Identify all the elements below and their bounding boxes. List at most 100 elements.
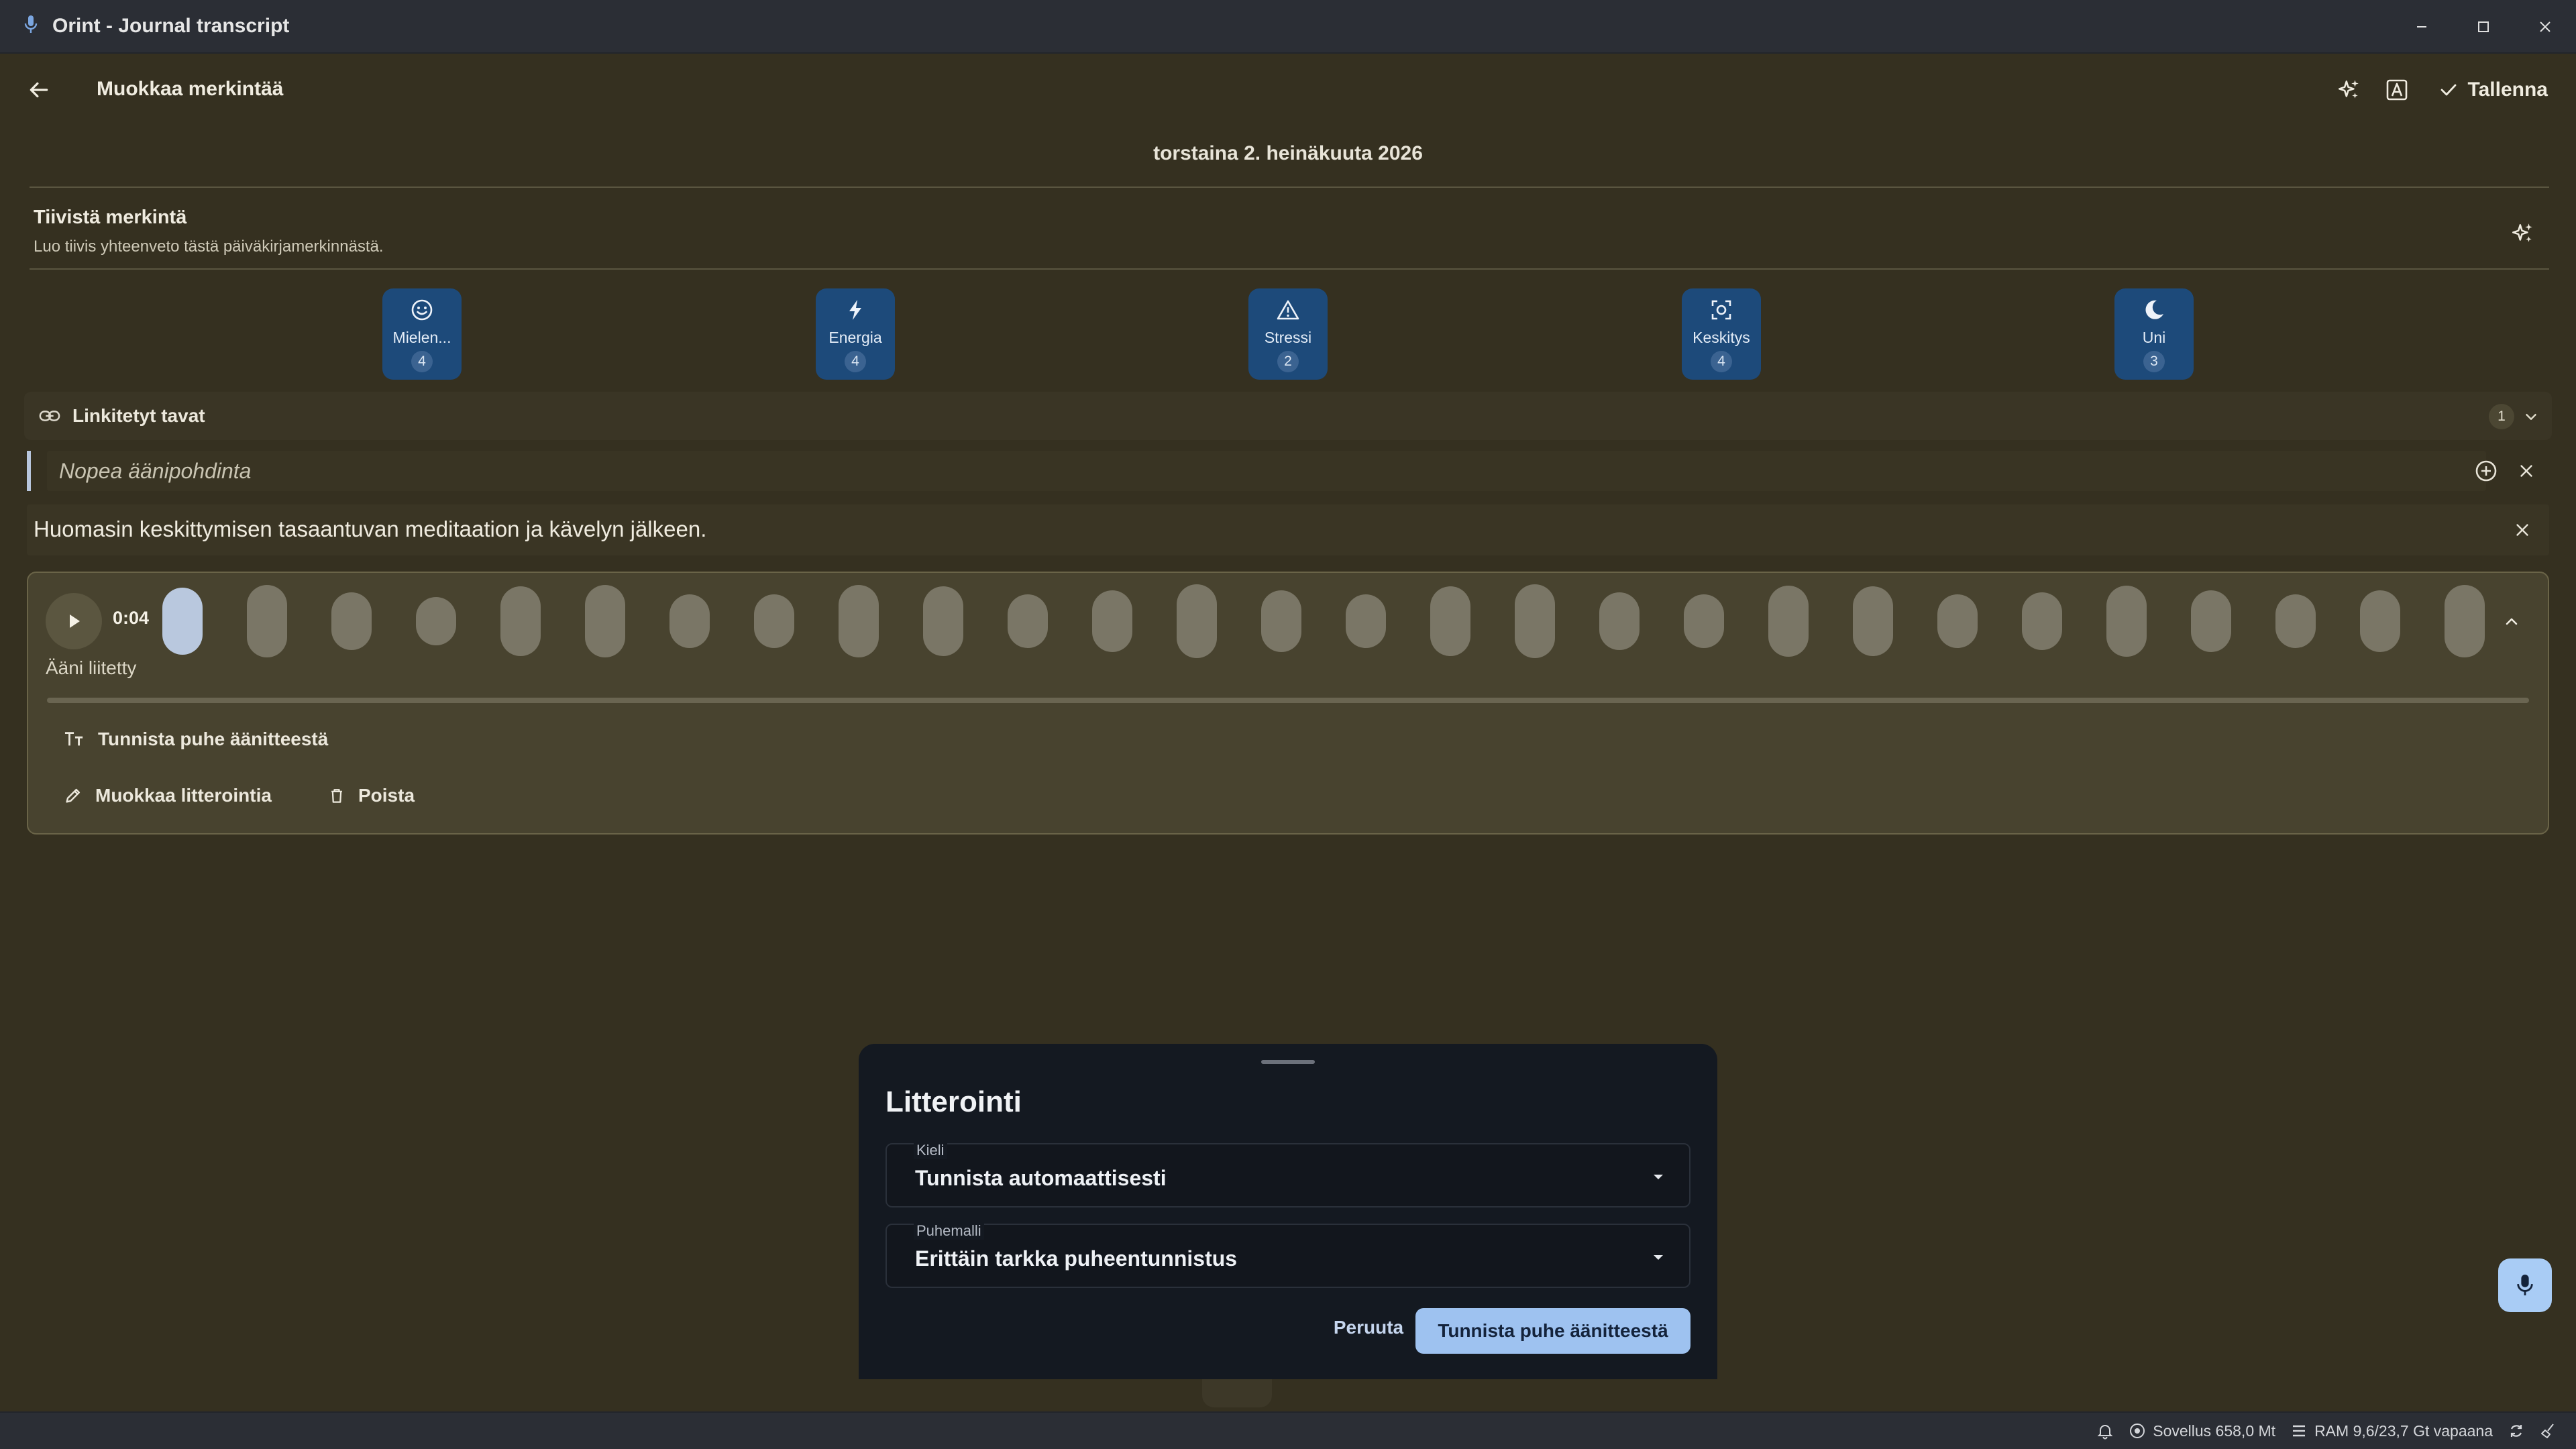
language-dropdown[interactable]: Kieli Tunnista automaattisesti <box>885 1142 1690 1208</box>
back-button[interactable] <box>20 71 58 109</box>
transcribe-audio-button[interactable]: Tunnista puhe äänitteestä <box>63 729 328 750</box>
hidden-fab-peek[interactable] <box>1202 1379 1272 1407</box>
metric-value: 4 <box>845 351 866 372</box>
waveform-bar <box>1261 590 1301 652</box>
metric-focus[interactable]: Keskitys 4 <box>1682 288 1761 380</box>
waveform-bar <box>669 594 710 648</box>
waveform-bar <box>416 597 456 645</box>
metric-label: Energia <box>828 329 882 346</box>
waveform-bar <box>2360 590 2400 652</box>
metric-value: 2 <box>1277 351 1299 372</box>
globe-icon <box>2130 1424 2145 1438</box>
language-label: Kieli <box>914 1142 947 1159</box>
plus-circle-icon <box>2475 460 2497 482</box>
remove-note-button[interactable] <box>2506 514 2538 546</box>
window-title: Orint - Journal transcript <box>52 15 290 37</box>
smile-icon <box>409 297 435 323</box>
waveform-bar <box>1177 584 1217 658</box>
ai-assist-button[interactable] <box>2324 70 2373 110</box>
sheet-drag-handle[interactable] <box>1261 1060 1315 1064</box>
waveform-bar <box>923 586 963 656</box>
language-value: Tunnista automaattisesti <box>915 1166 1167 1190</box>
metric-stress[interactable]: Stressi 2 <box>1248 288 1328 380</box>
play-button[interactable] <box>46 593 102 649</box>
focus-icon <box>1708 297 1735 323</box>
waveform-bar <box>1599 592 1640 650</box>
collapse-audio-button[interactable] <box>2493 602 2530 640</box>
metric-value: 4 <box>411 351 433 372</box>
speech-model-dropdown[interactable]: Puhemalli Erittäin tarkka puheentunnistu… <box>885 1222 1690 1288</box>
audio-waveform[interactable] <box>162 581 2497 661</box>
metric-label: Stressi <box>1264 329 1312 346</box>
summarize-entry-section[interactable]: Tiivistä merkintä Luo tiivis yhteenveto … <box>30 201 2549 268</box>
entry-date: torstaina 2. heinäkuuta 2026 <box>1153 142 1423 164</box>
app-header: Muokkaa merkintää Tallenna <box>0 54 2576 127</box>
note-text: Huomasin keskittymisen tasaantuvan medit… <box>34 517 707 541</box>
microphone-icon <box>2517 1275 2533 1295</box>
speech-model-value: Erittäin tarkka puheentunnistus <box>915 1246 1238 1271</box>
record-button[interactable] <box>2498 1258 2552 1312</box>
transcribe-confirm-button[interactable]: Tunnista puhe äänitteestä <box>1415 1308 1690 1354</box>
sparkles-icon <box>2338 80 2359 99</box>
quick-reflection <box>27 448 2552 494</box>
edit-transcript-button[interactable]: Muokkaa litterointia <box>63 785 272 806</box>
chevron-down-icon[interactable] <box>2518 404 2544 429</box>
metric-mood[interactable]: Mielen... 4 <box>382 288 462 380</box>
add-reflection-button[interactable] <box>2469 453 2504 488</box>
close-icon <box>2540 21 2551 32</box>
waveform-bar <box>1768 586 1809 657</box>
close-window-button[interactable] <box>2514 0 2576 54</box>
sync-indicator[interactable] <box>2508 1422 2525 1440</box>
waveform-bar <box>1008 594 1048 648</box>
clear-reflection-button[interactable] <box>2509 453 2544 488</box>
metric-sleep[interactable]: Uni 3 <box>2114 288 2194 380</box>
app-memory-indicator: Sovellus 658,0 Mt <box>2129 1422 2275 1440</box>
waveform-bar <box>1515 584 1555 658</box>
close-icon <box>2520 465 2532 477</box>
summarize-button[interactable] <box>2504 215 2541 252</box>
maximize-button[interactable] <box>2453 0 2514 54</box>
entry-note[interactable]: Huomasin keskittymisen tasaantuvan medit… <box>27 504 2549 555</box>
microphone-icon <box>23 14 42 38</box>
text-format-button[interactable] <box>2373 70 2421 110</box>
status-bar: Sovellus 658,0 Mt RAM 9,6/23,7 Gt vapaan… <box>0 1411 2576 1449</box>
pencil-icon <box>66 788 80 803</box>
metric-value: 4 <box>1711 351 1732 372</box>
text-cursor-bar <box>27 451 31 491</box>
play-icon <box>70 614 80 628</box>
waveform-bar <box>162 588 203 655</box>
server-icon <box>2293 1425 2306 1437</box>
linked-habits-row[interactable]: Linkitetyt tavat 1 <box>24 392 2552 440</box>
waveform-bar <box>2022 592 2062 650</box>
audio-attachment-card: 0:04 Ääni liitetty Tunnista puhe äänitte… <box>27 572 2549 835</box>
waveform-bar <box>2275 594 2316 648</box>
recycle-icon <box>2510 1425 2522 1437</box>
page-title: Muokkaa merkintää <box>97 78 284 100</box>
waveform-bar <box>247 585 287 657</box>
app-memory-text: Sovellus 658,0 Mt <box>2153 1421 2276 1440</box>
minimize-button[interactable] <box>2391 0 2453 54</box>
waveform-bar <box>1430 586 1470 656</box>
caret-down-icon <box>1650 1249 1666 1265</box>
edit-transcript-label: Muokkaa litterointia <box>95 785 272 806</box>
delete-audio-button[interactable]: Poista <box>327 785 415 806</box>
cleanup-indicator[interactable] <box>2540 1422 2557 1440</box>
chevron-up-icon <box>2506 618 2518 625</box>
sheet-title: Litterointi <box>885 1085 1022 1118</box>
linked-habits-count: 1 <box>2489 404 2514 429</box>
notifications-indicator[interactable] <box>2096 1422 2114 1440</box>
waveform-bar <box>1346 594 1386 648</box>
metric-label: Keskitys <box>1693 329 1750 346</box>
waveform-bar <box>839 585 879 657</box>
font-icon <box>2386 79 2407 101</box>
arrow-left-icon <box>30 82 48 98</box>
text-size-icon <box>64 732 83 746</box>
metric-energy[interactable]: Energia 4 <box>816 288 895 380</box>
waveform-bar <box>1684 594 1724 648</box>
quick-reflection-input[interactable] <box>59 451 2447 491</box>
audio-progress-bar[interactable] <box>47 698 2529 703</box>
waveform-bar <box>500 586 541 656</box>
trash-icon <box>331 789 342 803</box>
save-button[interactable]: Tallenna <box>2430 70 2556 110</box>
warning-icon <box>1275 297 1301 323</box>
